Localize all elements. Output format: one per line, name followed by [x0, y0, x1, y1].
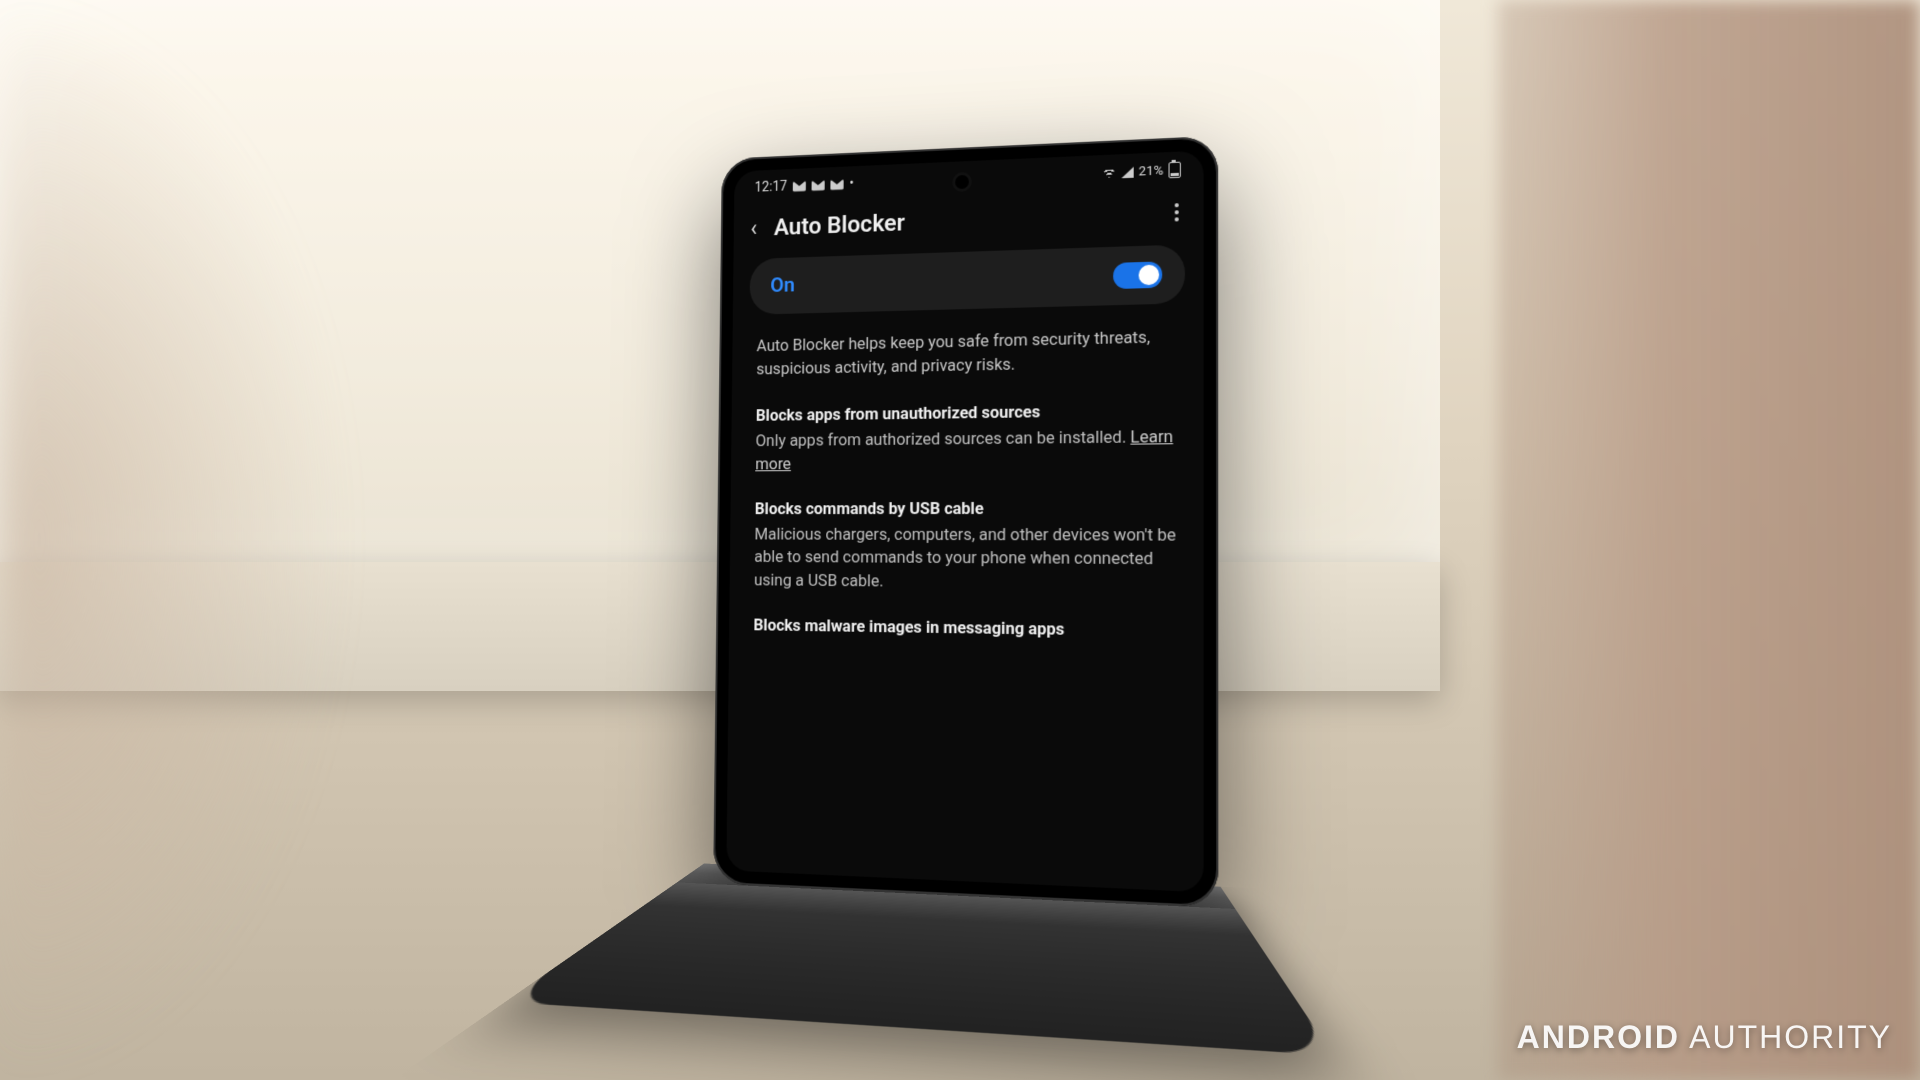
gmail-icon-2	[830, 179, 843, 190]
settings-content: Auto Blocker helps keep you safe from se…	[729, 326, 1204, 646]
notification-icon	[811, 180, 824, 191]
battery-icon	[1169, 162, 1181, 179]
phone-screen: 12:17 • 21% ‹	[726, 151, 1203, 893]
foreground-blur	[0, 0, 346, 1080]
section-title: Blocks apps from unauthorized sources	[756, 399, 1177, 428]
section-malware-images: Blocks malware images in messaging apps	[753, 615, 1176, 645]
section-usb-commands: Blocks commands by USB cable Malicious c…	[754, 497, 1177, 597]
section-title: Blocks malware images in messaging apps	[753, 615, 1176, 645]
page-title: Auto Blocker	[774, 209, 905, 241]
more-notifications-dot: •	[849, 176, 854, 192]
watermark: ANDROID AUTHORITY	[1517, 1019, 1892, 1056]
section-body: Malicious chargers, computers, and other…	[754, 524, 1177, 598]
toggle-thumb	[1139, 265, 1160, 286]
feature-description: Auto Blocker helps keep you safe from se…	[756, 326, 1176, 382]
status-time: 12:17	[755, 179, 788, 196]
signal-icon	[1121, 167, 1133, 179]
phone-device: 12:17 • 21% ‹	[713, 136, 1218, 908]
toggle-label: On	[770, 274, 795, 298]
battery-percent: 21%	[1139, 163, 1164, 179]
back-button[interactable]: ‹	[750, 215, 757, 242]
gmail-icon	[793, 181, 806, 192]
section-unauthorized-apps: Blocks apps from unauthorized sources On…	[755, 399, 1176, 477]
photo-background: 12:17 • 21% ‹	[0, 0, 1920, 1080]
wifi-icon	[1102, 168, 1116, 178]
more-options-button[interactable]	[1175, 203, 1185, 222]
curtain	[1498, 0, 1920, 1080]
phone-lower-half	[505, 864, 1333, 1056]
toggle-switch[interactable]	[1113, 262, 1162, 290]
section-title: Blocks commands by USB cable	[755, 497, 1177, 522]
section-body: Only apps from authorized sources can be…	[755, 426, 1176, 477]
